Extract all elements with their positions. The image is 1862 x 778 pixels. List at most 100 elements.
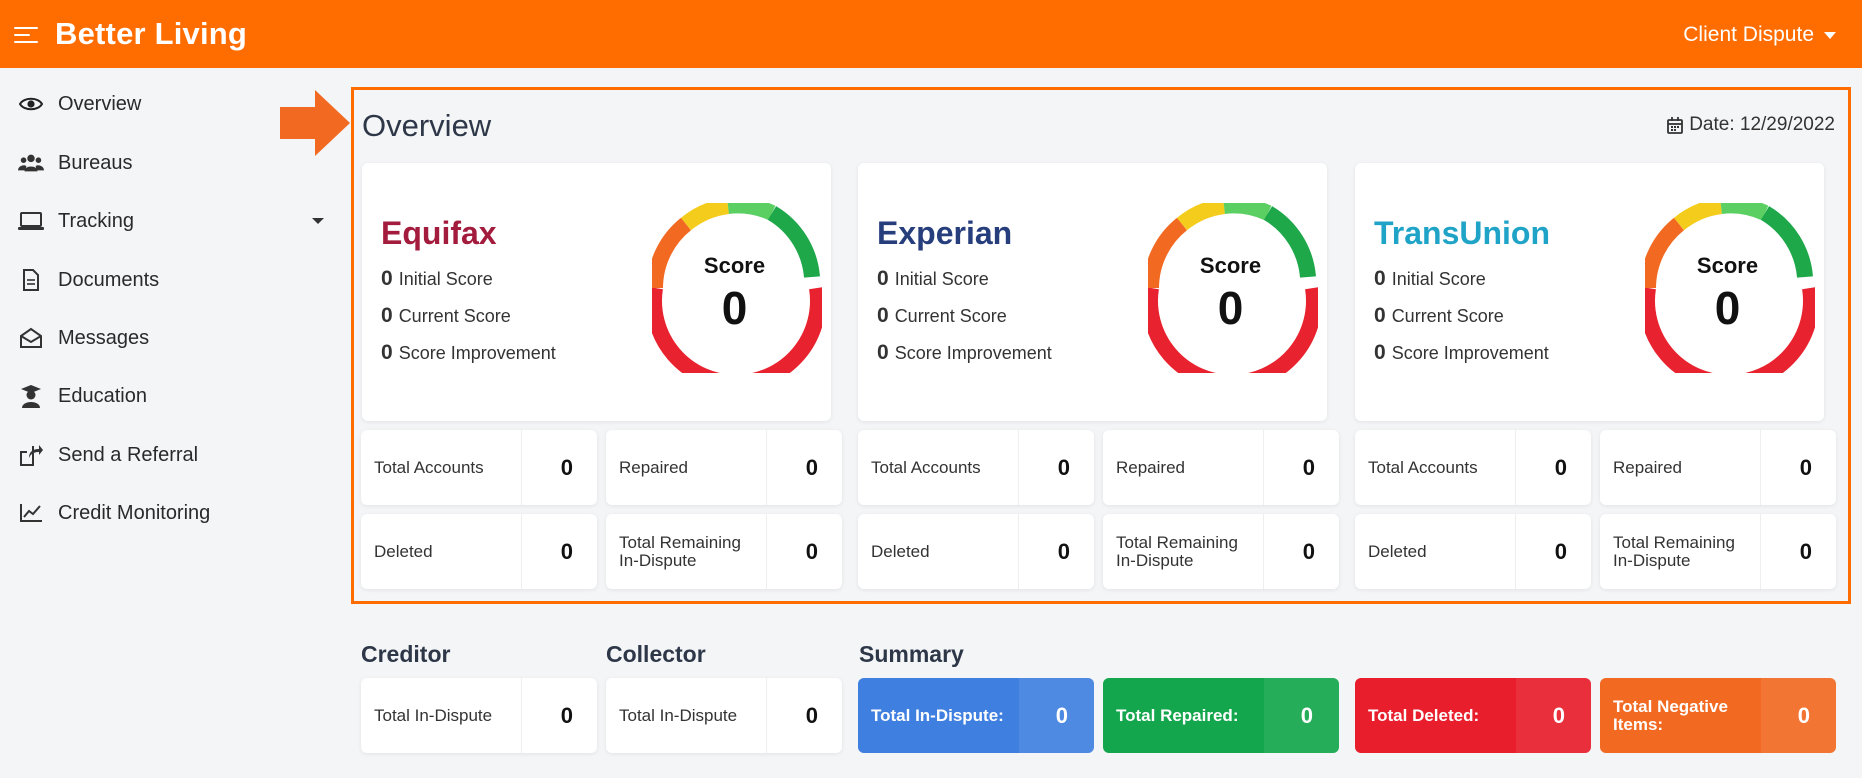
summary-label: Total Repaired: xyxy=(1116,705,1239,725)
sidebar-item-label: Send a Referral xyxy=(58,443,199,466)
sidebar-item-send-a-referral[interactable]: Send a Referral xyxy=(18,435,328,475)
sidebar: Overview Bureaus Tracking Documents Mess… xyxy=(0,68,340,778)
stat-value: 0 xyxy=(1302,538,1315,564)
sidebar-item-label: Overview xyxy=(58,92,142,115)
transunion-total-accounts: Total Accounts 0 xyxy=(1355,430,1591,505)
score-label: Score xyxy=(1696,253,1759,278)
document-icon xyxy=(18,267,44,293)
sidebar-item-credit-monitoring[interactable]: Credit Monitoring xyxy=(18,493,328,533)
bureau-name: Experian xyxy=(877,215,1013,251)
initial-score: 0 Initial Score xyxy=(381,267,493,290)
creditor-total-in-dispute: Total In-Dispute 0 xyxy=(361,678,597,753)
stat-label: Total Accounts xyxy=(871,457,981,477)
sidebar-item-label: Tracking xyxy=(58,209,134,232)
stat-label: Total Accounts xyxy=(374,457,484,477)
stat-label: Deleted xyxy=(374,541,433,561)
summary-total-in-dispute: Total In-Dispute: 0 xyxy=(858,678,1094,753)
score-value: 0 xyxy=(1714,282,1741,334)
equifax-total-accounts: Total Accounts 0 xyxy=(361,430,597,505)
transunion-repaired: Repaired 0 xyxy=(1600,430,1836,505)
bureau-card-experian: Experian 0 Initial Score 0 Current Score 0… xyxy=(858,163,1327,421)
current-score: 0 Current Score xyxy=(877,304,1007,327)
page-title: Overview xyxy=(362,108,492,143)
collector-total-in-dispute: Total In-Dispute 0 xyxy=(606,678,842,753)
current-score: 0 Current Score xyxy=(381,304,511,327)
summary-label: Total Negative Items: xyxy=(1613,696,1728,734)
sidebar-item-messages[interactable]: Messages xyxy=(18,318,328,358)
experian-repaired: Repaired 0 xyxy=(1103,430,1339,505)
summary-total-deleted: Total Deleted: 0 xyxy=(1355,678,1591,753)
calendar-icon xyxy=(1667,116,1684,134)
stat-value: 0 xyxy=(1057,454,1070,480)
stat-value: 0 xyxy=(1799,454,1812,480)
summary-title: Summary xyxy=(859,641,964,667)
score-gauge: Score 0 xyxy=(1639,197,1819,391)
stat-label: Total Remaining In-Dispute xyxy=(1613,532,1735,570)
stat-label: Total In-Dispute xyxy=(619,705,738,725)
experian-deleted: Deleted 0 xyxy=(858,514,1094,589)
stat-value: 0 xyxy=(1554,454,1567,480)
date-label: Date: 12/29/2022 xyxy=(1667,114,1835,136)
arrow-right-icon xyxy=(280,90,350,156)
client-dispute-dropdown[interactable]: Client Dispute xyxy=(1683,23,1836,47)
summary-value: 0 xyxy=(1055,702,1068,728)
sidebar-item-label: Documents xyxy=(58,268,160,291)
stat-value: 0 xyxy=(1554,538,1567,564)
date-text: Date: 12/29/2022 xyxy=(1689,114,1835,135)
share-icon xyxy=(18,442,44,468)
laptop-icon xyxy=(18,208,44,234)
stat-value: 0 xyxy=(560,538,573,564)
score-improvement: 0 Score Improvement xyxy=(1374,341,1549,364)
summary-label: Total Deleted: xyxy=(1368,705,1480,725)
client-dispute-label: Client Dispute xyxy=(1683,23,1814,46)
score-value: 0 xyxy=(1217,282,1244,334)
stat-label: Total Remaining In-Dispute xyxy=(619,532,741,570)
equifax-total-remaining: Total Remaining In-Dispute 0 xyxy=(606,514,842,589)
current-score: 0 Current Score xyxy=(1374,304,1504,327)
stat-value: 0 xyxy=(1057,538,1070,564)
equifax-repaired: Repaired 0 xyxy=(606,430,842,505)
score-value: 0 xyxy=(721,282,748,334)
sidebar-item-label: Bureaus xyxy=(58,151,133,174)
stat-value: 0 xyxy=(560,454,573,480)
stat-label: Repaired xyxy=(619,457,688,477)
sidebar-item-label: Credit Monitoring xyxy=(58,501,211,524)
sidebar-item-tracking[interactable]: Tracking xyxy=(18,201,328,241)
hamburger-menu-icon[interactable] xyxy=(14,27,38,43)
summary-total-repaired: Total Repaired: 0 xyxy=(1103,678,1339,753)
stat-label: Repaired xyxy=(1613,457,1682,477)
chart-line-icon xyxy=(18,500,44,526)
summary-value: 0 xyxy=(1797,702,1810,728)
stat-label: Deleted xyxy=(1368,541,1427,561)
eye-icon xyxy=(18,91,44,117)
caret-down-icon xyxy=(1824,31,1836,39)
collector-title: Collector xyxy=(606,641,706,667)
transunion-deleted: Deleted 0 xyxy=(1355,514,1591,589)
stat-value: 0 xyxy=(560,702,573,728)
sidebar-item-documents[interactable]: Documents xyxy=(18,260,328,300)
brand-title: Better Living xyxy=(55,16,248,51)
initial-score: 0 Initial Score xyxy=(877,267,989,290)
stat-label: Repaired xyxy=(1116,457,1185,477)
creditor-title: Creditor xyxy=(361,641,451,667)
stat-label: Total In-Dispute xyxy=(374,705,493,725)
sidebar-item-education[interactable]: Education xyxy=(18,376,328,416)
stat-value: 0 xyxy=(805,454,818,480)
stat-value: 0 xyxy=(805,538,818,564)
bureau-name: Equifax xyxy=(381,215,497,251)
experian-total-accounts: Total Accounts 0 xyxy=(858,430,1094,505)
bureau-card-equifax: Equifax 0 Initial Score 0 Current Score 0 S… xyxy=(362,163,831,421)
top-bar: Better Living Client Dispute xyxy=(0,0,1862,68)
experian-total-remaining: Total Remaining In-Dispute 0 xyxy=(1103,514,1339,589)
bureau-card-transunion: TransUnion 0 Initial Score 0 Current Score… xyxy=(1355,163,1824,421)
caret-down-icon xyxy=(312,218,324,224)
score-label: Score xyxy=(1199,253,1262,278)
initial-score: 0 Initial Score xyxy=(1374,267,1486,290)
stat-value: 0 xyxy=(1302,454,1315,480)
stat-label: Total Accounts xyxy=(1368,457,1478,477)
sidebar-item-label: Messages xyxy=(58,326,150,349)
score-label: Score xyxy=(703,253,766,278)
score-gauge: Score 0 xyxy=(1142,197,1322,391)
summary-total-negative-items: Total Negative Items: 0 xyxy=(1600,678,1836,753)
graduate-icon xyxy=(18,383,44,409)
